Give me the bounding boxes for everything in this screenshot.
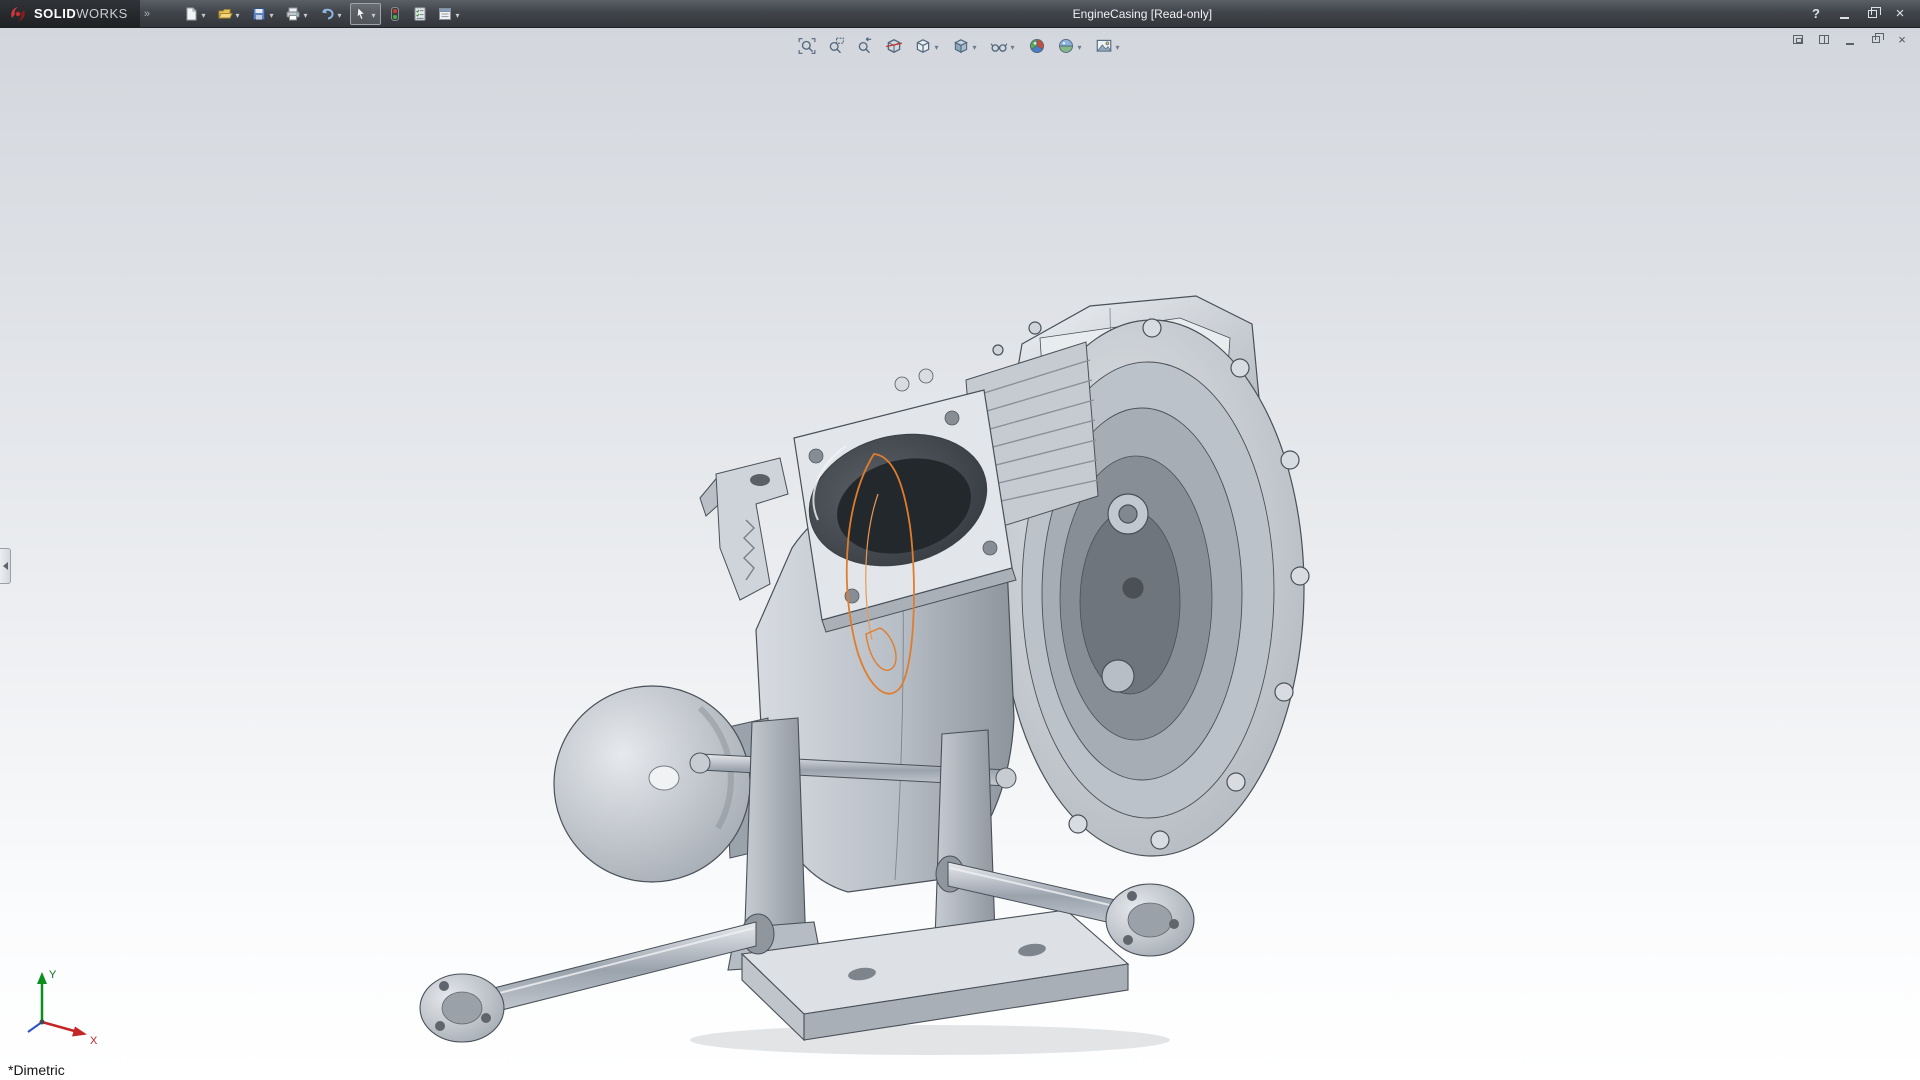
axle-flange-left[interactable] [420, 974, 504, 1042]
view-orientation-cube-icon [914, 37, 932, 55]
rebuild-button[interactable] [384, 3, 406, 25]
minimize-icon [1840, 17, 1849, 19]
display-style-button[interactable] [949, 34, 982, 58]
brand-text: SOLIDWORKS [34, 6, 128, 21]
featuremanager-collapsed-tab[interactable] [0, 548, 11, 584]
edit-appearance-button[interactable] [1025, 34, 1049, 58]
document-window-controls: × [1790, 32, 1910, 47]
file-properties-button[interactable] [434, 3, 465, 25]
zoom-to-area-icon [827, 37, 845, 55]
restore-button[interactable] [1864, 6, 1880, 22]
brand-solid: SOLID [34, 6, 76, 21]
heads-up-view-toolbar [795, 34, 1125, 58]
doc-close-button[interactable]: × [1894, 32, 1910, 47]
titlebar: SOLIDWORKS » [0, 0, 1920, 28]
view-orientation-dropdown-icon[interactable] [932, 37, 941, 55]
reference-triad[interactable]: Y X [16, 962, 106, 1046]
open-dropdown-icon[interactable] [233, 5, 242, 23]
task-pane-icon [1793, 35, 1803, 44]
hide-show-items-dropdown-icon[interactable] [1008, 37, 1017, 55]
zoom-to-fit-icon [798, 37, 816, 55]
display-style-dropdown-icon[interactable] [970, 37, 979, 55]
menu-expand-chevron[interactable]: » [140, 8, 154, 20]
view-orientation-label: *Dimetric [8, 1062, 65, 1078]
new-document-dropdown-icon[interactable] [199, 5, 208, 23]
triad-x-axis[interactable] [72, 1027, 87, 1037]
brand-works: WORKS [76, 6, 128, 21]
window-title: EngineCasing [Read-only] [1073, 7, 1212, 21]
ground-shadow [690, 1025, 1170, 1055]
open-button[interactable] [214, 3, 245, 25]
select-dropdown-icon[interactable] [369, 5, 378, 23]
new-document-icon [183, 6, 199, 22]
edit-appearance-ball-icon [1028, 37, 1046, 55]
mount-bracket[interactable] [700, 458, 788, 600]
print-icon [285, 6, 301, 22]
doc-restore-button[interactable] [1868, 32, 1884, 47]
options-checklist-icon [412, 6, 428, 22]
close-button[interactable]: × [1892, 6, 1908, 22]
minimize-button[interactable] [1836, 6, 1852, 22]
view-settings-button[interactable] [1092, 34, 1125, 58]
expand-panel-arrow-icon [3, 562, 8, 570]
view-orientation-button[interactable] [911, 34, 944, 58]
apply-scene-dropdown-icon[interactable] [1075, 37, 1084, 55]
hide-show-glasses-icon [990, 37, 1008, 55]
select-button[interactable] [350, 3, 381, 25]
section-view-button[interactable] [882, 34, 906, 58]
standard-toolbar [180, 3, 465, 25]
graphics-viewport[interactable]: × Y X *Dimetric [0, 28, 1920, 1080]
file-properties-dropdown-icon[interactable] [453, 5, 462, 23]
section-view-icon [885, 37, 903, 55]
save-button[interactable] [248, 3, 279, 25]
undo-dropdown-icon[interactable] [335, 5, 344, 23]
stud-bolt[interactable] [919, 369, 933, 383]
display-style-icon [952, 37, 970, 55]
view-settings-dropdown-icon[interactable] [1113, 37, 1122, 55]
solidworks-logo-icon [8, 4, 28, 24]
show-task-pane-button[interactable] [1790, 32, 1806, 47]
show-display-pane-button[interactable] [1816, 32, 1832, 47]
triad-y-label: Y [49, 969, 57, 981]
apply-scene-button[interactable] [1054, 34, 1087, 58]
select-cursor-icon [353, 6, 369, 22]
doc-minimize-button[interactable] [1842, 32, 1858, 47]
previous-view-icon [856, 37, 874, 55]
zoom-to-area-button[interactable] [824, 34, 848, 58]
solidworks-logo: SOLIDWORKS [0, 0, 140, 28]
model-engine-casing[interactable] [0, 28, 1920, 1080]
apply-scene-icon [1057, 37, 1075, 55]
file-properties-icon [437, 6, 453, 22]
options-button[interactable] [409, 3, 431, 25]
print-button[interactable] [282, 3, 313, 25]
undo-icon [319, 6, 335, 22]
undo-button[interactable] [316, 3, 347, 25]
stud-bolt[interactable] [895, 377, 909, 391]
doc-restore-icon [1872, 36, 1880, 43]
print-dropdown-icon[interactable] [301, 5, 310, 23]
window-controls: ? × [1808, 6, 1920, 22]
doc-minimize-icon [1846, 43, 1854, 45]
flywheel-disc[interactable] [554, 686, 772, 882]
triad-y-axis[interactable] [37, 972, 47, 984]
save-dropdown-icon[interactable] [267, 5, 276, 23]
solidworks-window: SOLIDWORKS » [0, 0, 1920, 1080]
new-document-button[interactable] [180, 3, 211, 25]
zoom-to-fit-button[interactable] [795, 34, 819, 58]
help-button[interactable]: ? [1808, 6, 1824, 22]
view-settings-icon [1095, 37, 1113, 55]
triad-x-label: X [90, 1035, 98, 1046]
rebuild-stoplight-icon [387, 6, 403, 22]
triad-z-axis[interactable] [28, 1022, 42, 1032]
display-pane-icon [1819, 35, 1829, 44]
previous-view-button[interactable] [853, 34, 877, 58]
hide-show-items-button[interactable] [987, 34, 1020, 58]
open-folder-icon [217, 6, 233, 22]
axle-flange-right[interactable] [1106, 884, 1194, 956]
axle-rod-left[interactable] [420, 914, 774, 1042]
restore-icon [1868, 10, 1877, 18]
save-icon [251, 6, 267, 22]
